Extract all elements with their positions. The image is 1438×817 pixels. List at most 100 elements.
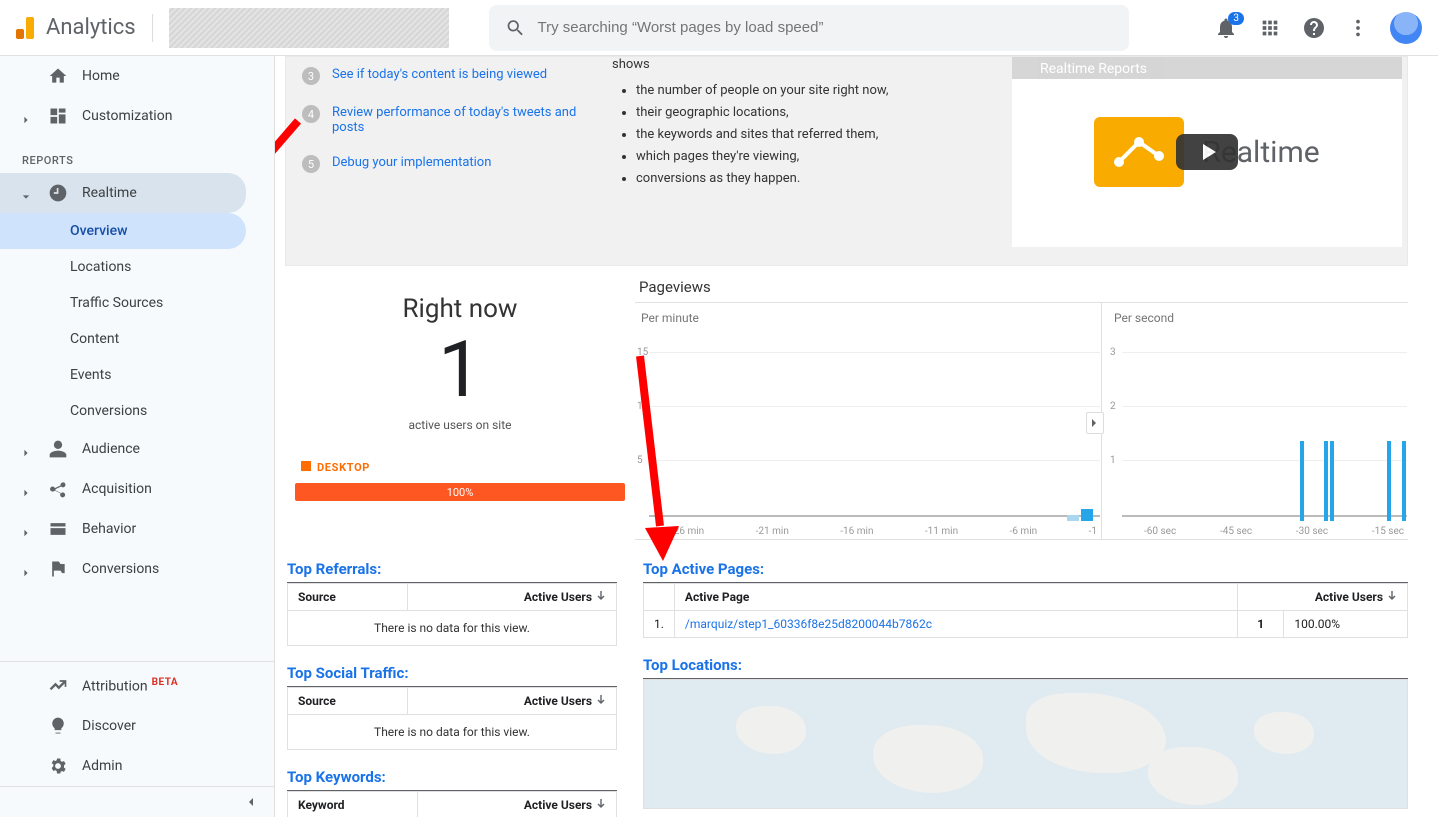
sidebar-section-reports: REPORTS: [0, 136, 274, 173]
top-keywords-block: Top Keywords: Keyword Active Users: [287, 768, 617, 817]
tip-item[interactable]: 3 See if today's content is being viewed: [294, 57, 588, 95]
chart-toggle-button[interactable]: [1086, 412, 1104, 434]
sidebar-item-customization[interactable]: Customization: [0, 96, 274, 136]
help-button[interactable]: [1302, 16, 1326, 40]
account-selector-redacted[interactable]: [169, 8, 449, 48]
chart-sub: Per second: [1108, 311, 1408, 329]
top-active-pages-table: Active Page Active Users 1. /marquiz/ste…: [643, 583, 1408, 638]
sidebar-item-attribution[interactable]: AttributionBETA: [0, 666, 274, 706]
device-label: DESKTOP: [317, 461, 370, 474]
sidebar-item-label: Traffic Sources: [70, 295, 163, 311]
users-cell: 1: [1238, 611, 1284, 638]
flag-icon: [48, 559, 68, 579]
percent-cell: 100.00%: [1284, 611, 1408, 638]
intro-video: Realtime Reports Realtime: [1007, 57, 1407, 265]
sidebar-item-home[interactable]: Home: [0, 56, 274, 96]
sort-desc-icon: [596, 694, 606, 704]
tip-item[interactable]: 4 Review performance of today's tweets a…: [294, 95, 588, 145]
overflow-menu-button[interactable]: [1346, 16, 1370, 40]
bar: [1330, 441, 1334, 521]
sidebar-item-realtime-overview[interactable]: Overview: [0, 213, 246, 249]
dashboard-icon: [48, 106, 68, 126]
sidebar-item-realtime-conversions[interactable]: Conversions: [0, 393, 274, 429]
block-title: Top Social Traffic:: [287, 664, 617, 687]
logo-block[interactable]: Analytics: [16, 15, 136, 40]
search-input[interactable]: [537, 19, 1112, 36]
search-box[interactable]: [489, 5, 1129, 51]
bar: [1324, 441, 1328, 521]
tip-number-icon: 4: [302, 105, 320, 123]
right-now-label: Right now: [285, 294, 635, 324]
annotation-arrow-1: [275, 98, 285, 222]
sidebar-item-admin[interactable]: Admin: [0, 746, 274, 786]
caret-right-icon: [22, 525, 30, 533]
col-header[interactable]: Active Users: [418, 792, 617, 817]
locations-map[interactable]: [643, 679, 1408, 809]
caret-right-icon: [22, 485, 30, 493]
share-icon: [48, 479, 68, 499]
block-title: Top Referrals:: [287, 560, 617, 583]
chevron-right-icon: [1091, 418, 1099, 428]
tip-item[interactable]: 5 Debug your implementation: [294, 145, 588, 183]
page-link[interactable]: /marquiz/step1_60336f8e25d8200044b7862c: [685, 617, 932, 631]
video-top-title: Realtime Reports: [1012, 57, 1402, 79]
bar: [1081, 509, 1093, 521]
person-icon: [48, 439, 68, 459]
col-header[interactable]: Keyword: [288, 792, 418, 817]
header-right: 3: [1214, 12, 1422, 44]
tip-link[interactable]: Debug your implementation: [332, 155, 491, 170]
search-icon: [505, 17, 526, 39]
sidebar-item-behavior[interactable]: Behavior: [0, 509, 274, 549]
top-social-block: Top Social Traffic: Source Active Users …: [287, 664, 617, 750]
play-button-icon[interactable]: [1176, 134, 1238, 170]
sidebar-item-label: Events: [70, 367, 111, 383]
sidebar-item-acquisition[interactable]: Acquisition: [0, 469, 274, 509]
sidebar: Home Customization REPORTS Realtime Over…: [0, 56, 275, 817]
bar: [1402, 441, 1406, 521]
sidebar-item-label: Behavior: [82, 521, 136, 537]
sidebar-item-audience[interactable]: Audience: [0, 429, 274, 469]
intro-bullet: conversions as they happen.: [636, 168, 991, 190]
sidebar-collapse-button[interactable]: [0, 786, 274, 817]
realtime-row: Right now 1 active users on site DESKTOP…: [285, 278, 1408, 540]
top-social-table: Source Active Users: [287, 687, 617, 715]
sidebar-item-realtime-content[interactable]: Content: [0, 321, 274, 357]
apps-icon: [1259, 17, 1281, 39]
sidebar-item-realtime[interactable]: Realtime: [0, 173, 246, 213]
col-header[interactable]: Active Page: [674, 584, 1237, 611]
sidebar-item-conversions[interactable]: Conversions: [0, 549, 274, 589]
sidebar-item-realtime-events[interactable]: Events: [0, 357, 274, 393]
main-content: 3 See if today's content is being viewed…: [275, 56, 1438, 817]
notifications-button[interactable]: 3: [1214, 16, 1238, 40]
block-title: Top Keywords:: [287, 768, 617, 791]
sidebar-item-label: Conversions: [82, 561, 159, 577]
apps-button[interactable]: [1258, 16, 1282, 40]
intro-bullet: the keywords and sites that referred the…: [636, 124, 991, 146]
sidebar-item-realtime-locations[interactable]: Locations: [0, 249, 274, 285]
gear-icon: [48, 756, 68, 776]
sidebar-item-discover[interactable]: Discover: [0, 706, 274, 746]
table-row[interactable]: 1. /marquiz/step1_60336f8e25d8200044b786…: [644, 611, 1408, 638]
sidebar-item-realtime-traffic-sources[interactable]: Traffic Sources: [0, 285, 274, 321]
tip-link[interactable]: See if today's content is being viewed: [332, 67, 547, 82]
tip-link[interactable]: Review performance of today's tweets and…: [332, 105, 580, 135]
top-referrals-table: Source Active Users: [287, 583, 617, 611]
col-header[interactable]: Active Users: [407, 688, 616, 715]
sidebar-item-label: Acquisition: [82, 481, 152, 497]
row-index: 1.: [644, 611, 675, 638]
caret-right-icon: [22, 445, 30, 453]
col-header[interactable]: Source: [288, 584, 408, 611]
avatar[interactable]: [1390, 12, 1422, 44]
sidebar-item-label: Realtime: [82, 185, 137, 201]
beta-badge: BETA: [152, 677, 179, 688]
chart-per-minute: Per minute 15 10 5: [635, 303, 1102, 539]
col-header[interactable]: Active Users: [407, 584, 616, 611]
top-header: Analytics 3: [0, 0, 1438, 56]
sort-desc-icon: [596, 798, 606, 808]
col-header[interactable]: Source: [288, 688, 408, 715]
video-thumb[interactable]: Realtime Reports Realtime: [1012, 57, 1402, 247]
col-header[interactable]: Active Users: [1238, 584, 1408, 611]
sidebar-item-label: Customization: [82, 108, 172, 124]
tip-number-icon: 3: [302, 67, 320, 85]
sort-desc-icon: [1387, 590, 1397, 600]
